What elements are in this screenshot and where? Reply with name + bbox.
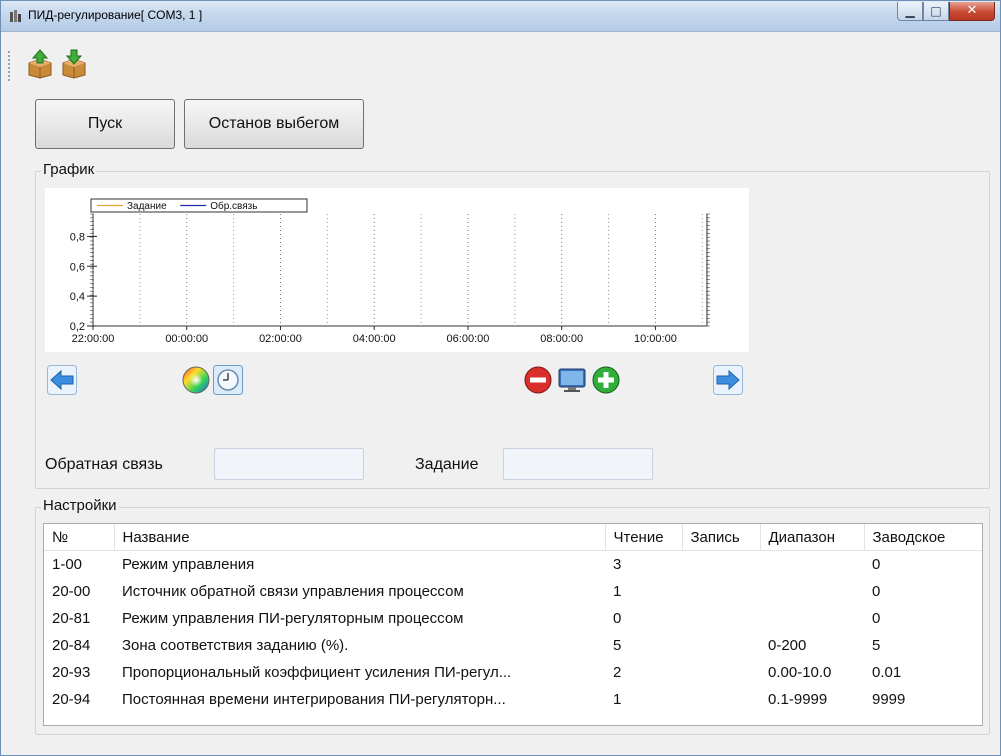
- x-tick-label: 02:00:00: [259, 333, 302, 345]
- settings-table[interactable]: № Название Чтение Запись Диапазон Заводс…: [43, 523, 983, 726]
- table-row[interactable]: 1-00 Режим управления 3 0: [44, 551, 982, 579]
- table-row[interactable]: 20-00 Источник обратной связи управления …: [44, 578, 982, 605]
- column-header[interactable]: Название: [114, 524, 606, 551]
- table-cell: [682, 578, 760, 605]
- table-cell: 0.01: [872, 664, 902, 681]
- table-row[interactable]: 20-81 Режим управления ПИ-регуляторным пр…: [44, 605, 982, 632]
- color-wheel-icon[interactable]: [181, 365, 211, 395]
- maximize-icon: □: [930, 4, 942, 18]
- start-button[interactable]: Пуск: [35, 99, 175, 149]
- table-row[interactable]: 20-84 Зона соответствия заданию (%). 5 0-20…: [44, 632, 982, 659]
- y-tick-label: 0,2: [70, 321, 85, 333]
- table-cell: 20-94: [52, 691, 91, 708]
- window-title: ПИД-регулирование[ COM3, 1 ]: [28, 8, 203, 22]
- table-cell: Пропорциональный коэффициент усиления ПИ…: [122, 664, 512, 681]
- table-cell: 0.00-10.0: [768, 664, 832, 681]
- table-header-row: № Название Чтение Запись Диапазон Заводс…: [44, 524, 982, 551]
- x-tick-label: 08:00:00: [540, 333, 583, 345]
- window-controls: ▁ □ ✕: [897, 2, 995, 21]
- arrow-left-icon[interactable]: [47, 365, 77, 395]
- table-cell: Постоянная времени интегрирования ПИ-рег…: [122, 691, 506, 708]
- minimize-button[interactable]: ▁: [897, 2, 923, 21]
- title-bar[interactable]: ПИД-регулирование[ COM3, 1 ] ▁ □ ✕: [1, 1, 1000, 32]
- table-cell: 0-200: [768, 637, 807, 654]
- column-header[interactable]: Чтение: [605, 524, 683, 551]
- clock-icon[interactable]: [213, 365, 243, 395]
- app-icon: [10, 10, 21, 22]
- table-cell: Режим управления ПИ-регуляторным процесс…: [122, 610, 464, 627]
- table-cell: 20-81: [52, 610, 91, 627]
- table-cell: Зона соответствия заданию (%).: [122, 637, 349, 654]
- box-arrow-up-icon[interactable]: [25, 49, 55, 79]
- monitor-icon[interactable]: [557, 365, 587, 395]
- table-cell: [760, 551, 864, 579]
- column-header[interactable]: Запись: [682, 524, 761, 551]
- maximize-button[interactable]: □: [923, 2, 949, 21]
- chart-area[interactable]: 22:00:00 00:00:00 02:00:00 04:00:00 06:00:00…: [45, 188, 749, 352]
- table-cell: 2: [613, 664, 622, 681]
- table-cell: 20-84: [52, 637, 91, 654]
- table-cell: 1-00: [52, 556, 83, 573]
- close-button[interactable]: ✕: [949, 2, 995, 21]
- column-header[interactable]: №: [44, 524, 115, 551]
- table-row[interactable]: 20-94 Постоянная времени интегрирования П…: [44, 686, 982, 713]
- x-tick-label: 22:00:00: [72, 333, 115, 345]
- table-cell: 20-00: [52, 583, 91, 600]
- table-cell: 5: [872, 637, 881, 654]
- setpoint-field[interactable]: [503, 448, 653, 480]
- table-cell: 0: [613, 610, 622, 627]
- table-cell: 0: [872, 583, 881, 600]
- table-cell: [760, 605, 864, 632]
- minimize-icon: ▁: [905, 4, 915, 18]
- table-cell: [682, 659, 760, 686]
- coast-stop-button[interactable]: Останов выбегом: [184, 99, 364, 149]
- table-cell: [682, 605, 760, 632]
- setpoint-label: Задание: [415, 456, 479, 473]
- table-cell: 20-93: [52, 664, 91, 681]
- settings-grid: № Название Чтение Запись Диапазон Заводс…: [44, 524, 982, 713]
- box-arrow-down-icon[interactable]: [59, 49, 89, 79]
- x-tick-label: 06:00:00: [447, 333, 490, 345]
- table-row[interactable]: 20-93 Пропорциональный коэффициент усилен…: [44, 659, 982, 686]
- table-cell: [760, 578, 864, 605]
- table-cell: 5: [613, 637, 622, 654]
- x-tick-label: 00:00:00: [165, 333, 208, 345]
- chart-svg: 22:00:00 00:00:00 02:00:00 04:00:00 06:00:00…: [70, 198, 710, 345]
- table-cell: 0: [872, 610, 881, 627]
- column-header[interactable]: Заводское: [864, 524, 982, 551]
- table-cell: [682, 551, 760, 579]
- close-icon: ✕: [966, 3, 978, 18]
- legend-label: Задание: [127, 201, 167, 212]
- table-cell: 1: [613, 691, 622, 708]
- chart-group-label: График: [41, 161, 97, 178]
- feedback-label: Обратная связь: [45, 456, 163, 473]
- table-cell: Источник обратной связи управления проце…: [122, 583, 464, 600]
- table-cell: Режим управления: [122, 556, 255, 573]
- settings-group-label: Настройки: [41, 497, 119, 514]
- x-tick-label: 04:00:00: [353, 333, 396, 345]
- table-cell: 1: [613, 583, 622, 600]
- y-tick-label: 0,6: [70, 261, 85, 273]
- table-cell: 3: [613, 556, 622, 573]
- x-tick-label: 10:00:00: [634, 333, 677, 345]
- table-cell: 0: [872, 556, 881, 573]
- table-cell: [682, 686, 760, 713]
- legend-label: Обр.связь: [210, 200, 257, 212]
- arrow-right-icon[interactable]: [713, 365, 743, 395]
- feedback-field[interactable]: [214, 448, 364, 480]
- y-tick-label: 0,4: [70, 291, 85, 303]
- app-window: ПИД-регулирование[ COM3, 1 ] ▁ □ ✕ Пуск …: [0, 0, 1001, 756]
- toolbar-grip[interactable]: [8, 51, 13, 81]
- table-cell: [682, 632, 760, 659]
- table-cell: 0.1-9999: [768, 691, 828, 708]
- minus-circle-icon[interactable]: [523, 365, 553, 395]
- column-header[interactable]: Диапазон: [760, 524, 865, 551]
- table-cell: 9999: [872, 691, 906, 708]
- y-tick-label: 0,8: [70, 231, 85, 243]
- plus-circle-icon[interactable]: [591, 365, 621, 395]
